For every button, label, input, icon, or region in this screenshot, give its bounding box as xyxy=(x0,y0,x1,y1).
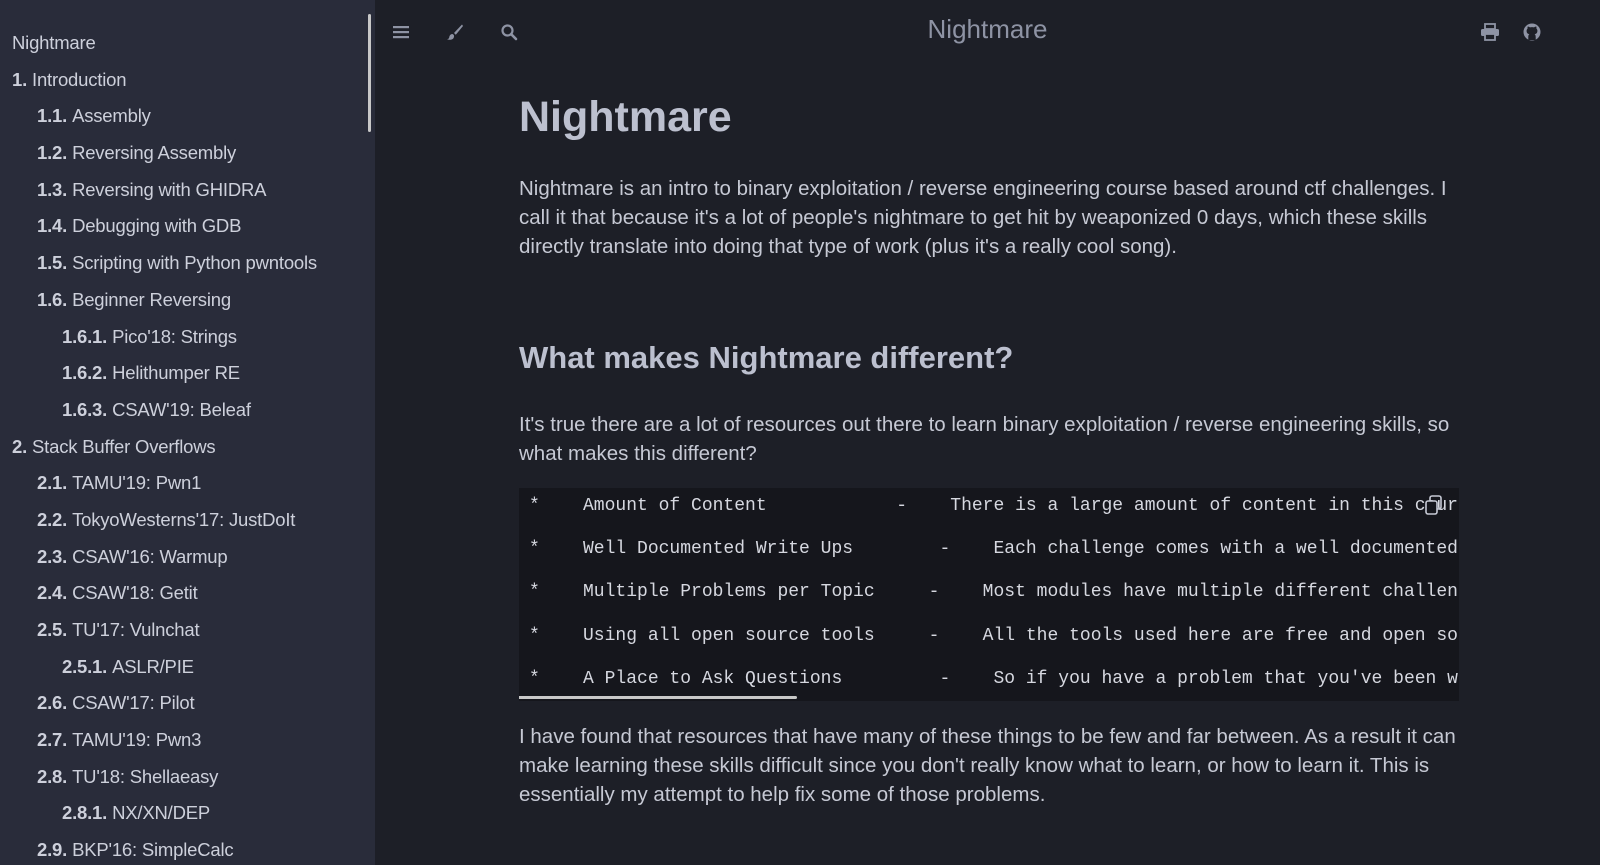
sidebar-item-number: 2.5. xyxy=(37,619,68,640)
sidebar-item-number: 2.5.1. xyxy=(62,655,108,677)
sidebar-item-label: Nightmare xyxy=(12,32,96,53)
sidebar-item-label: CSAW'16: Warmup xyxy=(72,545,228,567)
sidebar-item[interactable]: 1.6.2. Helithumper RE xyxy=(0,359,317,396)
sidebar-item-number: 2.3. xyxy=(37,545,68,567)
code-line: * A Place to Ask Questions - So if you h… xyxy=(529,669,1459,689)
sidebar-item-number: 2.4. xyxy=(37,582,68,604)
sidebar-item-label: TU'17: Vulnchat xyxy=(72,619,200,640)
sidebar-item-number: 2. xyxy=(12,435,28,457)
sidebar-item-label: TU'18: Shellaeasy xyxy=(72,765,219,787)
sidebar-item-label: CSAW'17: Pilot xyxy=(72,692,195,714)
sidebar-item-number: 1.5. xyxy=(37,252,68,274)
sidebar-item[interactable]: 1.4. Debugging with GDB xyxy=(0,212,317,249)
sidebar-item-number: 2.6. xyxy=(37,692,68,714)
sidebar-item-number: 2.1. xyxy=(37,472,68,494)
sidebar-item-label: Reversing with GHIDRA xyxy=(72,178,267,200)
code-line: * Well Documented Write Ups - Each chall… xyxy=(529,539,1459,559)
sidebar-item[interactable]: 2.9. BKP'16: SimpleCalc xyxy=(0,836,317,865)
sidebar-item-label: TAMU'19: Pwn1 xyxy=(72,472,202,494)
sidebar-item-label: Beginner Reversing xyxy=(72,288,231,310)
sidebar-item-label: Assembly xyxy=(72,105,151,127)
menu-title: Nightmare xyxy=(927,14,1048,44)
sidebar-item[interactable]: 1.3. Reversing with GHIDRA xyxy=(0,176,317,213)
sidebar-item-number: 2.9. xyxy=(37,839,68,861)
sidebar-item-label: Pico'18: Strings xyxy=(112,325,237,347)
sidebar-item[interactable]: 1.1. Assembly xyxy=(0,102,317,139)
sidebar-item[interactable]: 1.2. Reversing Assembly xyxy=(0,139,317,176)
sidebar-item-number: 2.2. xyxy=(37,508,68,530)
code-horizontal-scrollbar[interactable] xyxy=(519,696,797,699)
sidebar-item-label: CSAW'18: Getit xyxy=(72,582,198,604)
sidebar-item-label: ASLR/PIE xyxy=(112,655,194,677)
sidebar-item[interactable]: 1.6. Beginner Reversing xyxy=(0,286,317,323)
code-line: * Amount of Content - There is a large a… xyxy=(529,496,1459,516)
sidebar-item[interactable]: 1.5. Scripting with Python pwntools xyxy=(0,249,317,286)
sidebar-item[interactable]: 2.7. TAMU'19: Pwn3 xyxy=(0,726,317,763)
copy-icon[interactable] xyxy=(1423,494,1445,516)
sidebar-item-label: NX/XN/DEP xyxy=(112,802,211,824)
sidebar-item[interactable]: 2.8.1. NX/XN/DEP xyxy=(0,799,317,836)
sidebar-item[interactable]: Nightmare xyxy=(0,29,317,66)
sidebar-item-number: 1.3. xyxy=(37,178,68,200)
sidebar-item[interactable]: 2.1. TAMU'19: Pwn1 xyxy=(0,469,317,506)
sidebar-item-number: 1.6.3. xyxy=(62,398,108,420)
sidebar-item-number: 1.6. xyxy=(37,288,68,310)
sidebar-item[interactable]: 2.3. CSAW'16: Warmup xyxy=(0,543,317,580)
sidebar-item-number: 1.2. xyxy=(37,142,68,164)
sidebar-scrollbar[interactable] xyxy=(368,14,371,132)
table-of-contents: Nightmare 1. Introduction 1.1. Assembly 1.2. R… xyxy=(0,29,317,865)
sidebar-item[interactable]: 1.6.3. CSAW'19: Beleaf xyxy=(0,396,317,433)
sidebar-item-number: 1.6.1. xyxy=(62,325,108,347)
sidebar-item-number: 2.8. xyxy=(37,765,68,787)
sidebar-item-label: Debugging with GDB xyxy=(72,215,242,237)
sidebar-item-label: CSAW'19: Beleaf xyxy=(112,398,251,420)
intro-paragraph: Nightmare is an intro to binary exploita… xyxy=(519,177,1447,258)
sidebar-item-label: BKP'16: SimpleCalc xyxy=(72,839,234,861)
closing-paragraph: I have found that resources that have ma… xyxy=(519,725,1456,806)
section-heading: What makes Nightmare different? xyxy=(519,340,1014,375)
code-line: * Using all open source tools - All the … xyxy=(529,626,1459,646)
sidebar-item[interactable]: 2.5. TU'17: Vulnchat xyxy=(0,616,317,653)
sidebar-item-number: 2.7. xyxy=(37,729,68,751)
sidebar-item-label: TAMU'19: Pwn3 xyxy=(72,729,202,751)
sidebar-item-label: Reversing Assembly xyxy=(72,142,237,164)
github-icon[interactable] xyxy=(1520,20,1544,44)
code-line: * Multiple Problems per Topic - Most mod… xyxy=(529,582,1459,602)
page-content: Nightmare Nightmare is an intro to binar… xyxy=(519,86,1459,809)
sidebar-item-label: Introduction xyxy=(32,68,127,90)
sidebar-item-number: 2.8.1. xyxy=(62,802,108,824)
sidebar-item[interactable]: 2.5.1. ASLR/PIE xyxy=(0,653,317,690)
sidebar-item[interactable]: 2.6. CSAW'17: Pilot xyxy=(0,689,317,726)
sidebar-item[interactable]: 2. Stack Buffer Overflows xyxy=(0,433,317,470)
sidebar-item-number: 1.4. xyxy=(37,215,68,237)
sidebar: Nightmare 1. Introduction 1.1. Assembly 1.2. R… xyxy=(0,0,375,865)
sidebar-item-number: 1.6.2. xyxy=(62,362,108,384)
main-panel: Nightmare Nightmare Nightmare is an intr… xyxy=(375,0,1600,865)
sidebar-item[interactable]: 1.6.1. Pico'18: Strings xyxy=(0,323,317,360)
sidebar-item[interactable]: 2.2. TokyoWesterns'17: JustDoIt xyxy=(0,506,317,543)
section-intro-paragraph: It's true there are a lot of resources o… xyxy=(519,413,1450,465)
sidebar-item-label: TokyoWesterns'17: JustDoIt xyxy=(72,508,296,530)
sidebar-item[interactable]: 2.8. TU'18: Shellaeasy xyxy=(0,763,317,800)
printer-icon[interactable] xyxy=(1478,20,1502,44)
sidebar-item-label: Stack Buffer Overflows xyxy=(32,435,216,457)
menu-bar: Nightmare xyxy=(375,0,1600,64)
sidebar-item-label: Scripting with Python pwntools xyxy=(72,252,317,274)
sidebar-item-number: 1. xyxy=(12,68,28,90)
sidebar-item[interactable]: 2.4. CSAW'18: Getit xyxy=(0,579,317,616)
sidebar-item-label: Helithumper RE xyxy=(112,362,240,384)
sidebar-item-number: 1.1. xyxy=(37,105,68,127)
page-title: Nightmare xyxy=(519,93,732,141)
code-block: * Amount of Content - There is a large a… xyxy=(519,488,1459,701)
sidebar-item[interactable]: 1. Introduction xyxy=(0,66,317,103)
